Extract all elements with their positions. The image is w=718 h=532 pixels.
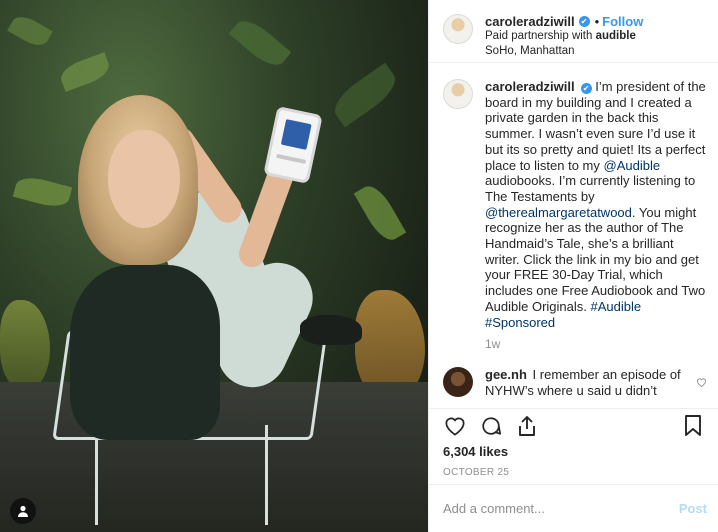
chair-leg bbox=[265, 425, 268, 525]
commenter-username[interactable]: gee.nh bbox=[485, 367, 527, 382]
foliage bbox=[12, 173, 73, 211]
audiobook-cover bbox=[280, 119, 312, 150]
mention-audible[interactable]: @Audible bbox=[604, 158, 661, 173]
post-header: caroleradziwill ✔ • Follow Paid partners… bbox=[429, 0, 718, 63]
foliage bbox=[353, 180, 407, 246]
comments-area[interactable]: caroleradziwill ✔ I’m president of the bo… bbox=[429, 63, 718, 408]
mention-author[interactable]: @therealmargaretatwood bbox=[485, 205, 632, 220]
post-location[interactable]: SoHo, Manhattan bbox=[485, 44, 643, 59]
caption-username[interactable]: caroleradziwill bbox=[485, 79, 575, 94]
post-photo[interactable] bbox=[0, 0, 428, 532]
caption: caroleradziwill ✔ I’m president of the bo… bbox=[443, 79, 707, 353]
partnership-label: Paid partnership with bbox=[485, 30, 593, 42]
caption-avatar[interactable] bbox=[443, 79, 473, 109]
separator-dot: • bbox=[594, 14, 600, 29]
foliage bbox=[228, 13, 292, 73]
partner-link[interactable]: audible bbox=[596, 30, 636, 42]
caption-text: audiobooks. I’m currently listening to T… bbox=[485, 173, 696, 204]
person-face bbox=[108, 130, 180, 228]
share-icon[interactable] bbox=[515, 414, 539, 438]
caption-text: . You might recognize her as the author … bbox=[485, 204, 706, 314]
instagram-post: caroleradziwill ✔ • Follow Paid partners… bbox=[0, 0, 718, 532]
comment-input[interactable]: Add a comment... bbox=[443, 501, 679, 516]
post-date[interactable]: OCTOBER 25 bbox=[443, 467, 705, 478]
comment-like-icon[interactable] bbox=[696, 377, 707, 390]
bookmark-icon[interactable] bbox=[681, 414, 705, 438]
progress-bar bbox=[275, 153, 307, 164]
person-top bbox=[70, 265, 220, 440]
shoe bbox=[300, 315, 362, 345]
post-actions: 6,304 likes OCTOBER 25 bbox=[429, 408, 718, 484]
verified-badge-icon: ✔ bbox=[578, 16, 590, 27]
comment-icon[interactable] bbox=[479, 414, 503, 438]
post-comment-button[interactable]: Post bbox=[679, 501, 707, 516]
foliage bbox=[7, 11, 53, 51]
author-username[interactable]: caroleradziwill bbox=[485, 14, 575, 29]
likes-count[interactable]: 6,304 likes bbox=[443, 444, 705, 459]
phone bbox=[263, 105, 323, 185]
foliage bbox=[57, 52, 113, 92]
caption-time[interactable]: 1w bbox=[485, 337, 707, 353]
add-comment-bar: Add a comment... Post bbox=[429, 484, 718, 532]
foliage bbox=[327, 62, 403, 128]
paid-partnership: Paid partnership with audible bbox=[485, 29, 643, 44]
heart-icon[interactable] bbox=[443, 414, 467, 438]
hashtag-sponsored[interactable]: #Sponsored bbox=[485, 315, 555, 330]
comment: gee.nh I remember an episode of NYHW’s w… bbox=[443, 366, 707, 398]
fern bbox=[0, 300, 50, 390]
post-side-panel: caroleradziwill ✔ • Follow Paid partners… bbox=[428, 0, 718, 532]
chair-leg bbox=[95, 430, 98, 525]
commenter-avatar[interactable] bbox=[443, 366, 473, 397]
hashtag-audible[interactable]: #Audible bbox=[591, 299, 642, 314]
user-tag-icon[interactable] bbox=[10, 498, 36, 524]
author-avatar[interactable] bbox=[443, 14, 473, 44]
verified-badge-icon: ✔ bbox=[580, 83, 592, 95]
follow-button[interactable]: Follow bbox=[602, 14, 643, 29]
